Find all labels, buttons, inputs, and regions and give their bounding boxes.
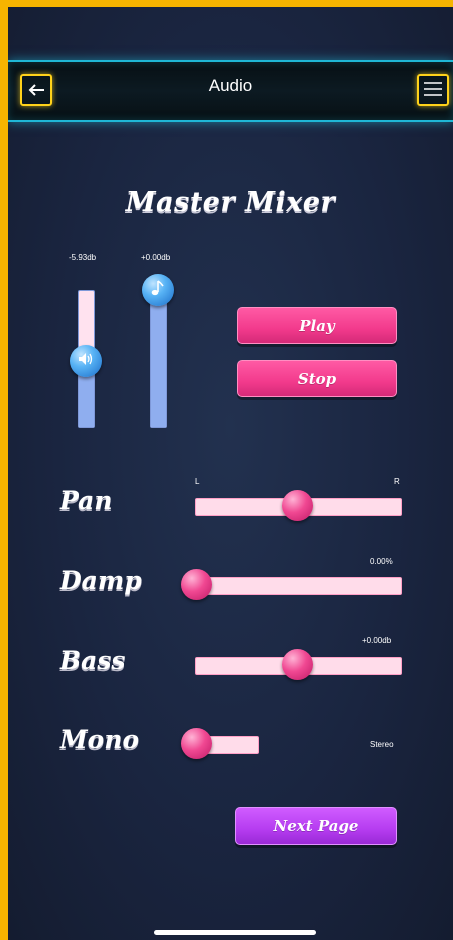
damp-label: Damp — [60, 566, 142, 595]
volume-db-label: -5.93db — [69, 253, 97, 262]
menu-button[interactable] — [417, 74, 449, 106]
music-db-label: +0.00db — [141, 253, 171, 262]
pan-right-label: R — [394, 477, 400, 486]
header-bar: Audio — [8, 60, 453, 122]
music-note-icon — [151, 280, 165, 300]
damp-value: 0.00% — [370, 557, 393, 566]
pan-knob[interactable] — [282, 490, 313, 521]
damp-slider[interactable] — [195, 577, 402, 595]
volume-knob[interactable] — [70, 344, 102, 377]
play-button[interactable]: Play — [237, 307, 397, 344]
music-knob[interactable] — [142, 274, 174, 306]
mono-knob[interactable] — [181, 728, 212, 759]
audio-screen: Audio Master Mixer -5.93db +0.00db Play … — [8, 7, 453, 940]
stop-button[interactable]: Stop — [237, 360, 397, 397]
bass-label: Bass — [60, 646, 126, 675]
pan-left-label: L — [195, 477, 200, 486]
speaker-icon — [78, 351, 94, 370]
bass-knob[interactable] — [282, 649, 313, 680]
mixer-heading: Master Mixer — [125, 187, 336, 218]
music-slider[interactable] — [150, 290, 167, 428]
hamburger-menu-icon — [424, 81, 442, 100]
next-page-button[interactable]: Next Page — [235, 807, 397, 845]
mono-label: Mono — [60, 725, 140, 754]
bass-value: +0.00db — [362, 636, 392, 645]
music-fill — [151, 291, 166, 427]
page-title: Audio — [208, 76, 253, 95]
home-indicator[interactable] — [154, 930, 316, 935]
pan-label: Pan — [60, 486, 113, 515]
damp-knob[interactable] — [181, 569, 212, 600]
mono-value: Stereo — [370, 740, 394, 749]
